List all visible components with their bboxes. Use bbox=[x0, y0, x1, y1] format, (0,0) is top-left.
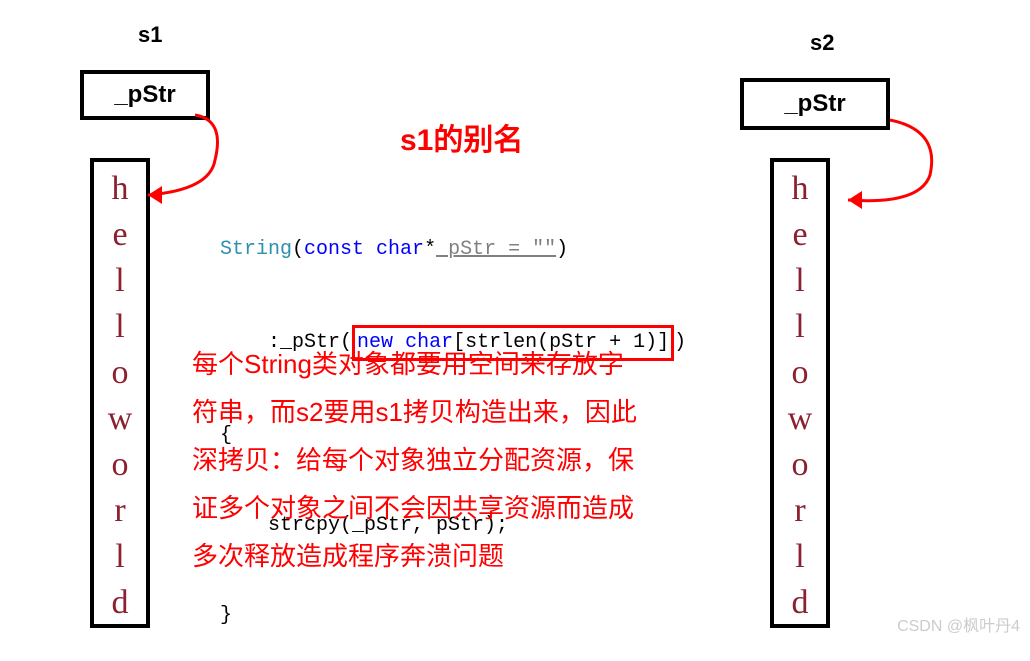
memory-char: l bbox=[795, 304, 804, 350]
memory-char: e bbox=[112, 212, 127, 258]
explanation-text: 每个String类对象都要用空间来存放字 符串，而s2要用s1拷贝构造出来，因此… bbox=[192, 340, 742, 580]
code-line-1: String(const char* pStr = "") bbox=[220, 235, 686, 265]
memory-char: d bbox=[112, 580, 129, 626]
label-s1: s1 bbox=[138, 22, 162, 48]
memory-char: o bbox=[112, 350, 129, 396]
memory-char: l bbox=[795, 258, 804, 304]
code-line-5: } bbox=[220, 601, 686, 631]
memory-char: h bbox=[792, 166, 809, 212]
memory-char: o bbox=[792, 442, 809, 488]
memory-char: l bbox=[115, 258, 124, 304]
memory-char: e bbox=[792, 212, 807, 258]
diagram-title: s1的别名 bbox=[400, 115, 523, 159]
memory-char: l bbox=[115, 304, 124, 350]
ptr-box-left: _pStr bbox=[80, 70, 210, 120]
memory-char: l bbox=[115, 534, 124, 580]
memory-char: h bbox=[112, 166, 129, 212]
memory-char: o bbox=[792, 350, 809, 396]
memory-char: w bbox=[108, 396, 133, 442]
memory-char: o bbox=[112, 442, 129, 488]
memory-char: r bbox=[114, 488, 125, 534]
ptr-box-right: _pStr bbox=[740, 78, 890, 130]
label-s2: s2 bbox=[810, 30, 834, 56]
memory-char: r bbox=[794, 488, 805, 534]
watermark: CSDN @枫叶丹4 bbox=[897, 612, 1020, 636]
memory-box-right: helloworld bbox=[770, 158, 830, 628]
memory-char: w bbox=[788, 396, 813, 442]
memory-char: d bbox=[792, 580, 809, 626]
memory-char: l bbox=[795, 534, 804, 580]
ptr-text-right: _pStr bbox=[784, 90, 845, 118]
ptr-text-left: _pStr bbox=[114, 81, 175, 109]
memory-box-left: helloworld bbox=[90, 158, 150, 628]
